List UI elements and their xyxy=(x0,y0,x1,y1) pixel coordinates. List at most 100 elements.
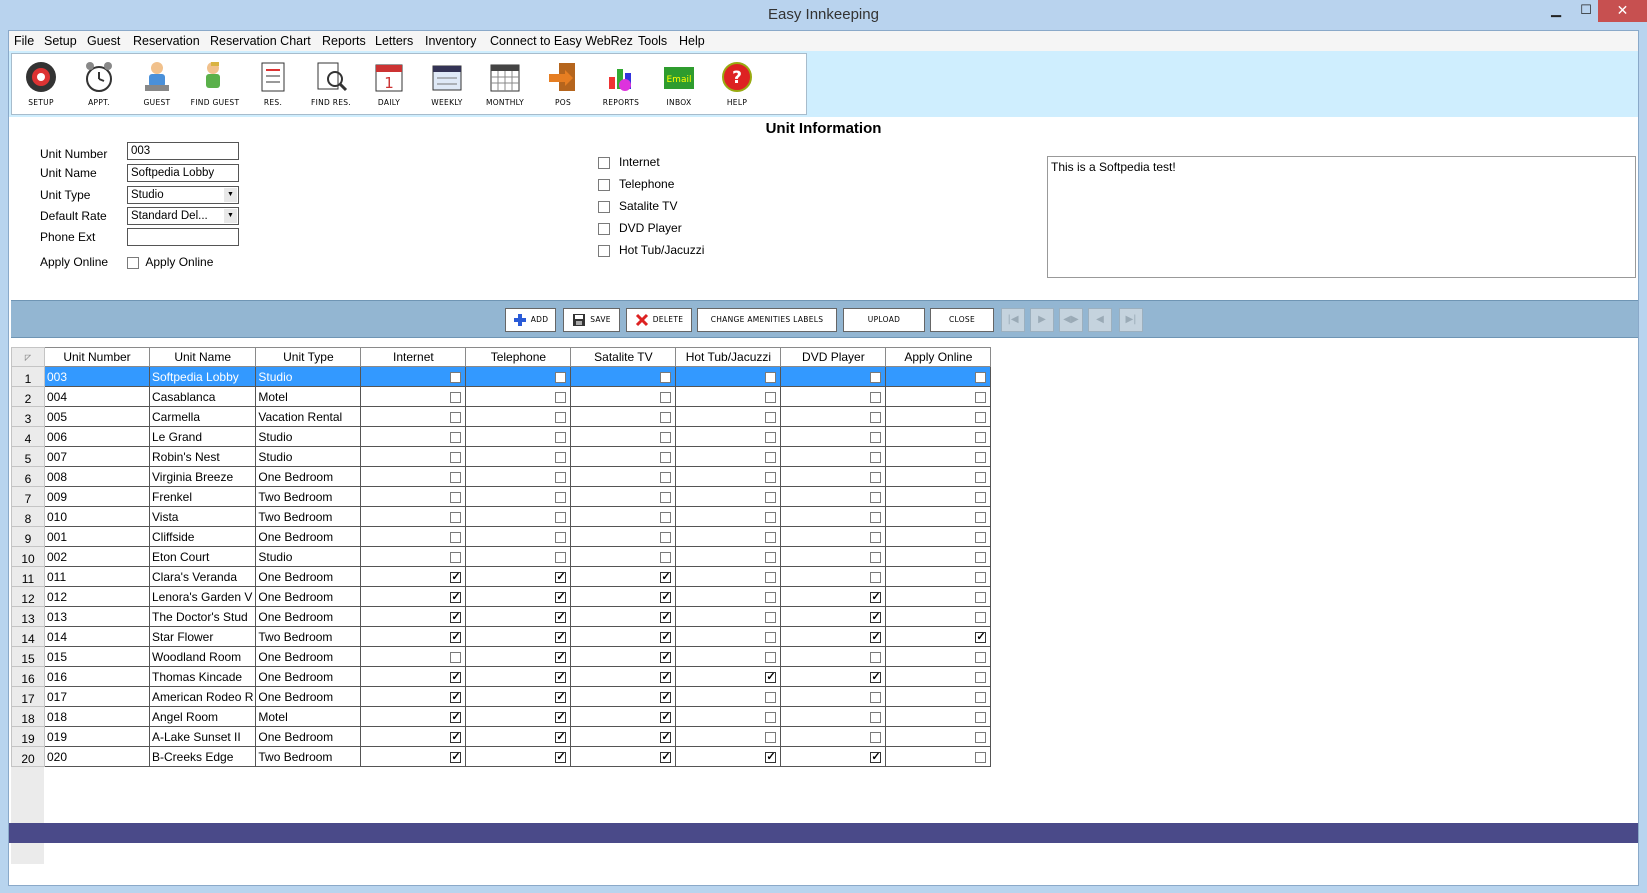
apply-online-checkbox[interactable] xyxy=(975,431,987,443)
dvd-player-checkbox[interactable] xyxy=(870,411,882,423)
internet-checkbox[interactable] xyxy=(450,431,462,443)
toolbar-inbox-button[interactable]: Email INBOX xyxy=(650,57,708,113)
column-header[interactable]: Hot Tub/Jacuzzi xyxy=(675,347,782,367)
cell-unit-number[interactable]: 017 xyxy=(44,686,150,707)
cell-unit-number[interactable]: 001 xyxy=(44,526,150,547)
cell-unit-number[interactable]: 008 xyxy=(44,466,150,487)
table-row[interactable]: 18 018 Angel Room Motel xyxy=(11,706,992,727)
satalite-tv-checkbox[interactable] xyxy=(598,200,610,213)
telephone-checkbox[interactable] xyxy=(555,610,567,623)
table-row[interactable]: 4 006 Le Grand Studio xyxy=(11,426,992,447)
cell-unit-number[interactable]: 011 xyxy=(44,566,150,587)
hot-tub-checkbox[interactable] xyxy=(765,531,777,543)
dvd-player-checkbox[interactable] xyxy=(870,451,882,463)
table-row[interactable]: 19 019 A-Lake Sunset II One Bedroom xyxy=(11,726,992,747)
internet-checkbox[interactable] xyxy=(450,451,462,463)
telephone-checkbox[interactable] xyxy=(555,630,567,643)
apply-online-checkbox[interactable] xyxy=(975,371,987,383)
hot-tub-checkbox[interactable] xyxy=(765,371,777,383)
hot-tub-checkbox[interactable] xyxy=(765,391,777,403)
cell-unit-name[interactable]: Softpedia Lobby xyxy=(148,366,257,387)
satalite-tv-checkbox[interactable] xyxy=(660,491,672,503)
hot-tub-checkbox[interactable] xyxy=(598,244,610,257)
internet-checkbox[interactable] xyxy=(450,411,462,423)
cell-unit-type[interactable]: One Bedroom xyxy=(255,726,362,747)
cell-unit-type[interactable]: One Bedroom xyxy=(255,466,362,487)
cell-unit-type[interactable]: One Bedroom xyxy=(255,646,362,667)
dvd-player-checkbox[interactable] xyxy=(870,731,882,743)
row-number[interactable]: 7 xyxy=(11,486,45,507)
table-row[interactable]: 11 011 Clara's Veranda One Bedroom xyxy=(11,566,992,587)
telephone-checkbox[interactable] xyxy=(555,551,567,563)
row-number[interactable]: 15 xyxy=(11,646,45,667)
internet-checkbox[interactable] xyxy=(450,511,462,523)
cell-unit-name[interactable]: The Doctor's Stud xyxy=(148,606,257,627)
column-header[interactable]: Apply Online xyxy=(885,347,992,367)
hot-tub-checkbox[interactable] xyxy=(765,411,777,423)
cell-unit-number[interactable]: 010 xyxy=(44,506,150,527)
unit-name-input[interactable]: Softpedia Lobby xyxy=(127,164,239,182)
dvd-player-checkbox[interactable] xyxy=(870,391,882,403)
row-number[interactable]: 13 xyxy=(11,606,45,627)
last-record-icon[interactable]: ▶| xyxy=(1119,308,1143,332)
satalite-tv-checkbox[interactable] xyxy=(660,551,672,563)
internet-checkbox[interactable] xyxy=(450,730,462,743)
menu-guest[interactable]: Guest xyxy=(87,34,120,48)
apply-online-checkbox[interactable] xyxy=(975,731,987,743)
cell-unit-type[interactable]: Vacation Rental xyxy=(255,406,362,427)
apply-online-checkbox[interactable] xyxy=(975,611,987,623)
apply-online-checkbox[interactable] xyxy=(975,691,987,703)
menu-setup[interactable]: Setup xyxy=(44,34,77,48)
telephone-checkbox[interactable] xyxy=(555,650,567,663)
hot-tub-checkbox[interactable] xyxy=(765,711,777,723)
telephone-checkbox[interactable] xyxy=(555,690,567,703)
column-header[interactable]: Satalite TV xyxy=(570,347,677,367)
internet-checkbox[interactable] xyxy=(598,156,610,169)
satalite-tv-checkbox[interactable] xyxy=(660,391,672,403)
row-number[interactable]: 3 xyxy=(11,406,45,427)
internet-checkbox[interactable] xyxy=(450,391,462,403)
cell-unit-name[interactable]: Virginia Breeze xyxy=(148,466,257,487)
menu-connect-webrez[interactable]: Connect to Easy WebRez xyxy=(490,34,633,48)
dvd-player-checkbox[interactable] xyxy=(870,371,882,383)
dvd-player-checkbox[interactable] xyxy=(870,670,882,683)
telephone-checkbox[interactable] xyxy=(555,511,567,523)
telephone-checkbox[interactable] xyxy=(555,730,567,743)
toolbar-res-button[interactable]: RES. xyxy=(244,57,302,113)
satalite-tv-checkbox[interactable] xyxy=(660,451,672,463)
hot-tub-checkbox[interactable] xyxy=(765,731,777,743)
cell-unit-number[interactable]: 003 xyxy=(44,366,150,387)
telephone-checkbox[interactable] xyxy=(555,570,567,583)
row-number[interactable]: 11 xyxy=(11,566,45,587)
row-number[interactable]: 12 xyxy=(11,586,45,607)
telephone-checkbox[interactable] xyxy=(555,391,567,403)
satalite-tv-checkbox[interactable] xyxy=(660,690,672,703)
menu-reservation-chart[interactable]: Reservation Chart xyxy=(210,34,311,48)
satalite-tv-checkbox[interactable] xyxy=(660,630,672,643)
apply-online-checkbox[interactable] xyxy=(127,256,139,269)
cell-unit-number[interactable]: 016 xyxy=(44,666,150,687)
apply-online-checkbox[interactable] xyxy=(975,511,987,523)
table-row[interactable]: 6 008 Virginia Breeze One Bedroom xyxy=(11,466,992,487)
cell-unit-type[interactable]: One Bedroom xyxy=(255,686,362,707)
telephone-checkbox[interactable] xyxy=(555,431,567,443)
dvd-player-checkbox[interactable] xyxy=(870,691,882,703)
hot-tub-checkbox[interactable] xyxy=(765,750,777,763)
cell-unit-name[interactable]: Cliffside xyxy=(148,526,257,547)
dvd-player-checkbox[interactable] xyxy=(598,222,610,235)
table-row[interactable]: 16 016 Thomas Kincade One Bedroom xyxy=(11,666,992,687)
cell-unit-name[interactable]: Le Grand xyxy=(148,426,257,447)
telephone-checkbox[interactable] xyxy=(598,178,610,191)
cell-unit-type[interactable]: One Bedroom xyxy=(255,606,362,627)
cell-unit-type[interactable]: Two Bedroom xyxy=(255,486,362,507)
menu-reports[interactable]: Reports xyxy=(322,34,366,48)
toolbar-appt-button[interactable]: APPT. xyxy=(70,57,128,113)
row-number[interactable]: 18 xyxy=(11,706,45,727)
menu-reservation[interactable]: Reservation xyxy=(133,34,200,48)
cell-unit-name[interactable]: A-Lake Sunset II xyxy=(148,726,257,747)
cell-unit-number[interactable]: 009 xyxy=(44,486,150,507)
row-number[interactable]: 9 xyxy=(11,526,45,547)
cell-unit-number[interactable]: 002 xyxy=(44,546,150,567)
hot-tub-checkbox[interactable] xyxy=(765,431,777,443)
cell-unit-number[interactable]: 004 xyxy=(44,386,150,407)
